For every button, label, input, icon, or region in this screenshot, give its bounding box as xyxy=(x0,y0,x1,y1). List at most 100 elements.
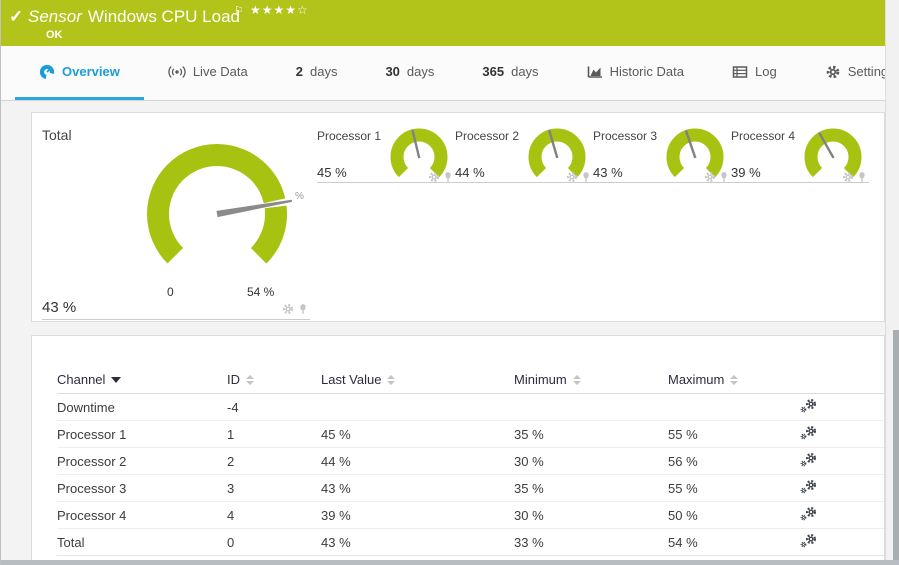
pin-icon[interactable] xyxy=(442,171,453,182)
channel-gear-icon[interactable] xyxy=(566,171,577,182)
channel-settings-icon[interactable] xyxy=(799,452,819,468)
pin-icon[interactable] xyxy=(718,171,729,182)
divider xyxy=(731,182,869,183)
gauge-label: Processor 2 xyxy=(455,129,520,143)
minimum-value: 30 % xyxy=(514,507,544,523)
channels-table: Channel ID Last Value Minimum Maximum Do… xyxy=(32,366,884,556)
tab-historic-data[interactable]: Historic Data xyxy=(563,46,708,100)
maximum-value: 54 % xyxy=(668,534,698,550)
gauges-panel: Total % 0 54 % 43 % Processor 1 45 % Pro… xyxy=(31,112,885,322)
channel-settings-icon[interactable] xyxy=(799,425,819,441)
column-header-id[interactable]: ID xyxy=(227,372,307,387)
total-gauge xyxy=(147,144,293,279)
channel-id: 1 xyxy=(227,426,235,442)
pin-icon[interactable] xyxy=(297,303,309,315)
horizontal-scrollbar[interactable] xyxy=(1,560,899,565)
gauge-value: 44 % xyxy=(455,165,485,180)
tab-bar: Overview Live Data 2 days 30 days 365 days … xyxy=(1,46,895,101)
channel-gear-icon[interactable] xyxy=(842,171,853,182)
last-value: 43 % xyxy=(321,534,351,550)
log-list-icon xyxy=(732,65,748,78)
vertical-scrollbar[interactable] xyxy=(885,0,899,560)
channel-gear-icon[interactable] xyxy=(704,171,715,182)
table-header-row: Channel ID Last Value Minimum Maximum xyxy=(57,366,884,394)
status-check-icon: ✓ xyxy=(9,7,24,26)
gauge-value: 39 % xyxy=(731,165,761,180)
tab-2-days[interactable]: 2 days xyxy=(272,46,362,100)
gauge-icon xyxy=(39,64,55,80)
column-header-maximum[interactable]: Maximum xyxy=(654,372,799,387)
channel-name[interactable]: Total xyxy=(57,535,227,550)
total-scale-min: 0 xyxy=(167,285,174,299)
channel-settings-icon[interactable] xyxy=(799,398,819,414)
divider xyxy=(42,319,310,320)
gauge-processor-4: Processor 4 39 % xyxy=(731,128,869,187)
minimum-value: 33 % xyxy=(514,534,544,550)
priority-stars[interactable]: ★★★★☆ xyxy=(250,3,309,17)
table-row: Processor 1 1 45 % 35 % 55 % xyxy=(57,421,884,448)
prtg-sensor-page: ✓ Sensor Windows CPU Load ⚐ ★★★★☆ OK Over… xyxy=(0,0,899,565)
maximum-value: 55 % xyxy=(668,426,698,442)
minimum-value: 35 % xyxy=(514,480,544,496)
sort-icon xyxy=(387,374,396,385)
column-header-channel[interactable]: Channel xyxy=(57,372,227,387)
table-row: Processor 2 2 44 % 30 % 56 % xyxy=(57,448,884,475)
minimum-value: 30 % xyxy=(514,453,544,469)
live-data-icon xyxy=(168,65,186,78)
table-row: Total 0 43 % 33 % 54 % xyxy=(57,529,884,556)
gauge-label: Processor 1 xyxy=(317,129,382,143)
tab-live-data[interactable]: Live Data xyxy=(144,46,272,100)
gauge-processor-1: Processor 1 45 % xyxy=(317,128,455,187)
total-gauge-label: Total xyxy=(42,127,72,143)
channel-settings-icon[interactable] xyxy=(799,479,819,495)
tab-overview[interactable]: Overview xyxy=(15,46,144,100)
maximum-value: 56 % xyxy=(668,453,698,469)
channel-name[interactable]: Processor 4 xyxy=(57,508,227,523)
table-row: Processor 3 3 43 % 35 % 55 % xyxy=(57,475,884,502)
last-value: 43 % xyxy=(321,480,351,496)
channel-id: 2 xyxy=(227,453,235,469)
table-row: Downtime -4 xyxy=(57,394,884,421)
channels-table-panel: Channel ID Last Value Minimum Maximum Do… xyxy=(31,335,885,561)
channel-name[interactable]: Processor 2 xyxy=(57,454,227,469)
maximum-value: 55 % xyxy=(668,480,698,496)
channel-id: -4 xyxy=(227,399,239,415)
tab-365-days[interactable]: 365 days xyxy=(458,46,562,100)
column-header-last-value[interactable]: Last Value xyxy=(307,372,500,387)
channel-gear-icon[interactable] xyxy=(428,171,439,182)
sensor-type-label: Sensor xyxy=(28,7,82,26)
historic-chart-icon xyxy=(587,65,603,78)
gauge-value: 43 % xyxy=(593,165,623,180)
last-value: 45 % xyxy=(321,426,351,442)
channel-id: 4 xyxy=(227,507,235,523)
channel-name[interactable]: Processor 3 xyxy=(57,481,227,496)
gauge-value: 45 % xyxy=(317,165,347,180)
flag-icon[interactable]: ⚐ xyxy=(234,4,244,17)
divider xyxy=(455,182,593,183)
last-value: 39 % xyxy=(321,507,351,523)
total-scale-max: 54 % xyxy=(247,285,275,299)
gauge-processor-2: Processor 2 44 % xyxy=(455,128,593,187)
last-value: 44 % xyxy=(321,453,351,469)
maximum-value: 50 % xyxy=(668,507,698,523)
sensor-name: Windows CPU Load xyxy=(87,7,240,26)
vertical-scrollbar-thumb[interactable] xyxy=(893,330,899,560)
channel-gear-icon[interactable] xyxy=(282,303,294,315)
status-badge: OK xyxy=(46,29,63,41)
channel-name[interactable]: Downtime xyxy=(57,400,227,415)
channel-settings-icon[interactable] xyxy=(799,506,819,522)
pin-icon[interactable] xyxy=(580,171,591,182)
channel-name[interactable]: Processor 1 xyxy=(57,427,227,442)
gauge-label: Processor 4 xyxy=(731,129,796,143)
tab-30-days[interactable]: 30 days xyxy=(361,46,458,100)
divider xyxy=(593,182,731,183)
channel-settings-icon[interactable] xyxy=(799,533,819,549)
divider xyxy=(317,182,455,183)
settings-gear-icon xyxy=(826,65,839,78)
column-header-minimum[interactable]: Minimum xyxy=(500,372,654,387)
channel-id: 0 xyxy=(227,534,235,550)
tab-log[interactable]: Log xyxy=(708,46,801,100)
channel-id: 3 xyxy=(227,480,235,496)
pin-icon[interactable] xyxy=(856,171,867,182)
total-gauge-value: 43 % xyxy=(42,299,77,316)
